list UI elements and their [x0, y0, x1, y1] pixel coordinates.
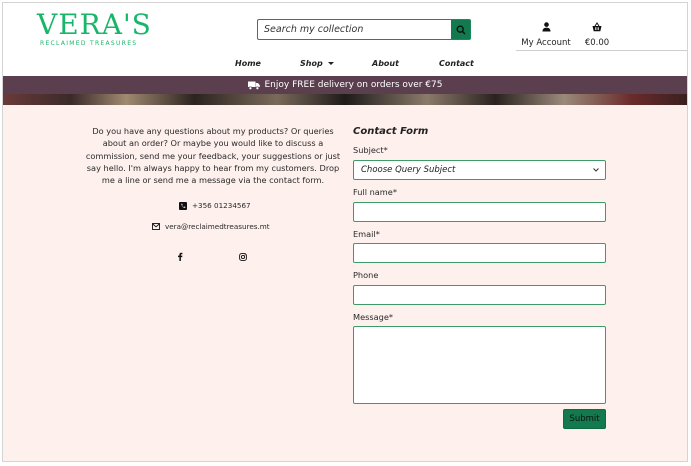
search-form — [257, 19, 471, 40]
nav-item-shop[interactable]: Shop — [300, 59, 334, 68]
subject-select[interactable]: Choose Query Subject — [353, 160, 606, 180]
facebook-icon — [178, 252, 183, 261]
search-button[interactable] — [451, 20, 470, 39]
brand-logo[interactable]: VERA'S RECLAIMED TREASURES — [37, 11, 151, 51]
email-input[interactable] — [353, 243, 606, 263]
cart-total: €0.00 — [584, 38, 610, 48]
email-address: vera@reclaimedtreasures.mt — [165, 222, 270, 231]
nav-item-about[interactable]: About — [372, 59, 399, 68]
envelope-icon — [152, 223, 160, 230]
page-frame: VERA'S RECLAIMED TREASURES My Account — [2, 2, 688, 462]
logo-tagline: RECLAIMED TREASURES — [40, 40, 138, 47]
site-header: VERA'S RECLAIMED TREASURES My Account — [3, 3, 687, 76]
truck-icon — [247, 81, 260, 90]
phone-input[interactable] — [353, 285, 606, 305]
fullname-label: Full name* — [353, 187, 397, 197]
nav-item-home[interactable]: Home — [235, 59, 261, 68]
contact-intro-text: Do you have any questions about my produ… — [85, 126, 341, 186]
basket-icon — [592, 22, 602, 32]
contact-section: Do you have any questions about my produ… — [3, 105, 687, 461]
phone-number: +356 01234567 — [192, 201, 251, 210]
search-input[interactable] — [258, 20, 451, 39]
subject-label: Subject* — [353, 145, 388, 155]
contact-form-title: Contact Form — [353, 126, 429, 137]
instagram-icon — [239, 253, 247, 261]
nav-item-contact[interactable]: Contact — [439, 59, 474, 68]
phone-contact[interactable]: +356 01234567 — [179, 201, 251, 210]
my-account-label: My Account — [521, 38, 571, 48]
chevron-down-icon — [593, 168, 599, 172]
nav-item-shop-label: Shop — [300, 59, 323, 68]
my-account-link[interactable]: My Account — [516, 17, 576, 48]
message-label: Message* — [353, 312, 393, 322]
fullname-input[interactable] — [353, 202, 606, 222]
submit-button[interactable]: Submit — [563, 409, 606, 429]
chevron-down-icon — [327, 62, 334, 65]
facebook-link[interactable] — [177, 246, 183, 265]
delivery-banner: Enjoy FREE delivery on orders over €75 — [3, 76, 687, 94]
user-icon — [542, 22, 550, 32]
banner-text: Enjoy FREE delivery on orders over €75 — [264, 80, 443, 90]
phone-label: Phone — [353, 270, 379, 280]
cart-link[interactable]: €0.00 — [581, 17, 613, 48]
header-divider — [516, 50, 687, 51]
hero-image-strip — [3, 94, 687, 105]
main-nav: Home Shop About Contact — [3, 59, 687, 73]
message-textarea[interactable] — [353, 326, 606, 404]
logo-wordmark: VERA'S — [37, 8, 152, 41]
email-contact[interactable]: vera@reclaimedtreasures.mt — [152, 222, 270, 231]
subject-selected-value: Choose Query Subject — [361, 165, 456, 175]
instagram-link[interactable] — [239, 246, 247, 265]
email-label: Email* — [353, 229, 380, 239]
search-icon — [456, 25, 465, 34]
phone-icon — [179, 201, 187, 210]
